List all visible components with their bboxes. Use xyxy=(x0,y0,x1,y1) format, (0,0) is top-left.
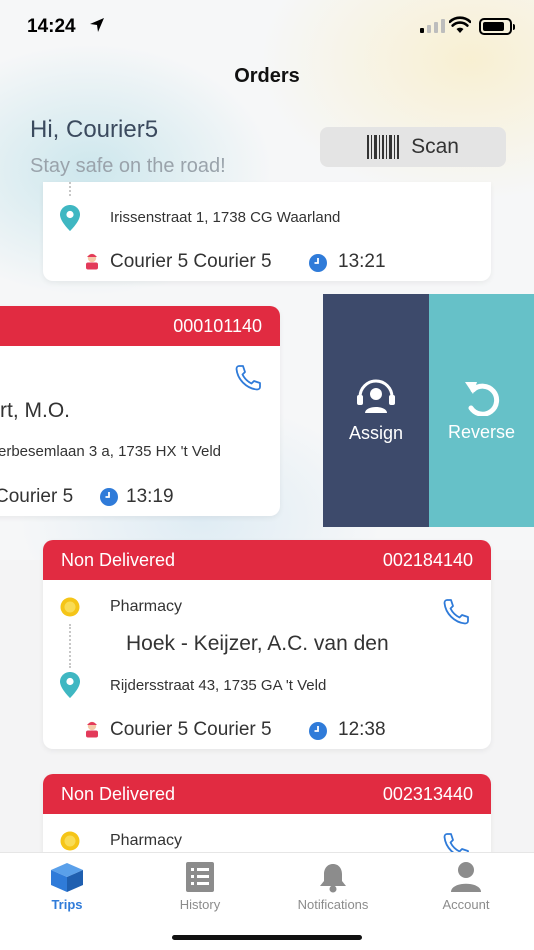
battery-icon xyxy=(479,18,515,35)
delivery-address: Rijdersstraat 43, 1735 GA 't Veld xyxy=(110,677,327,694)
phone-icon[interactable] xyxy=(232,363,264,391)
scan-label: Scan xyxy=(411,135,459,158)
clock-icon xyxy=(309,722,327,740)
order-card[interactable]: Irissenstraat 1, 1738 CG Waarland Courie… xyxy=(43,182,491,281)
assign-user-icon xyxy=(357,379,395,413)
order-number: 002184140 xyxy=(382,549,473,570)
greeting-text: Hi, Courier5 xyxy=(30,116,159,143)
tab-label: Account xyxy=(442,897,490,912)
reverse-button[interactable]: Reverse xyxy=(429,294,534,527)
greeting-subtitle: Stay safe on the road! xyxy=(30,155,226,177)
barcode-icon xyxy=(367,135,400,159)
order-status: Non Delivered xyxy=(61,783,176,804)
box-icon xyxy=(51,863,83,892)
order-number: 000101140 xyxy=(173,315,262,336)
location-pin-icon xyxy=(60,205,80,231)
list-icon xyxy=(186,862,214,892)
recipient-name: rt, M.O. xyxy=(0,399,70,422)
delivery-address: erbesemlaan 3 a, 1735 HX 't Veld xyxy=(0,443,222,460)
recipient-name: Hoek - Keijzer, A.C. van den xyxy=(126,632,389,655)
tab-label: Notifications xyxy=(297,897,369,912)
courier-name: Courier 5 Courier 5 xyxy=(110,719,272,740)
phone-icon[interactable] xyxy=(440,597,472,625)
route-connector xyxy=(69,624,71,668)
order-card[interactable]: Non Delivered 002184140 Pharmacy Hoek - … xyxy=(43,540,491,749)
delivery-time: 12:38 xyxy=(338,719,386,740)
scan-button[interactable]: Scan xyxy=(320,127,506,167)
location-arrow-icon xyxy=(90,18,104,32)
pharmacy-label: Pharmacy xyxy=(110,598,183,615)
order-status: Non Delivered xyxy=(61,549,176,570)
pharmacy-label: Pharmacy xyxy=(110,832,183,849)
courier-icon xyxy=(83,252,101,270)
delivery-time: 13:21 xyxy=(338,251,386,272)
wifi-icon xyxy=(449,16,471,33)
order-number: 002313440 xyxy=(382,783,473,804)
tab-label: Trips xyxy=(51,897,83,912)
tab-trips[interactable]: Trips xyxy=(12,861,122,912)
card-header: Non Delivered 002184140 xyxy=(43,540,491,580)
reverse-label: Reverse xyxy=(447,422,516,442)
tab-account[interactable]: Account xyxy=(411,861,521,912)
card-header: Non Delivered 002313440 xyxy=(43,774,491,814)
delivery-time: 13:19 xyxy=(126,486,174,507)
status-bar: 14:24 xyxy=(0,0,534,54)
route-connector xyxy=(69,182,71,196)
delivery-address: Irissenstraat 1, 1738 CG Waarland xyxy=(110,209,341,226)
assign-button[interactable]: Assign xyxy=(323,294,429,527)
bell-icon xyxy=(320,864,346,893)
status-time: 14:24 xyxy=(27,16,76,37)
location-pin-icon xyxy=(60,672,80,698)
clock-icon xyxy=(100,488,118,506)
pharmacy-icon xyxy=(60,597,80,617)
order-card[interactable]: 000101140 rt, M.O. erbesemlaan 3 a, 1735… xyxy=(0,306,280,516)
clock-icon xyxy=(309,254,327,272)
home-indicator xyxy=(172,935,362,940)
user-icon xyxy=(451,862,481,892)
cellular-signal-icon xyxy=(420,19,445,33)
page-title: Orders xyxy=(234,65,300,87)
courier-name: Courier 5 xyxy=(0,486,74,507)
undo-icon xyxy=(464,382,499,416)
tab-notifications[interactable]: Notifications xyxy=(278,861,388,912)
tab-label: History xyxy=(179,897,221,912)
tab-history[interactable]: History xyxy=(145,861,255,912)
courier-icon xyxy=(83,720,101,738)
card-header: 000101140 xyxy=(0,306,280,346)
courier-name: Courier 5 Courier 5 xyxy=(110,251,272,272)
assign-label: Assign xyxy=(348,423,404,443)
pharmacy-icon xyxy=(60,831,80,851)
